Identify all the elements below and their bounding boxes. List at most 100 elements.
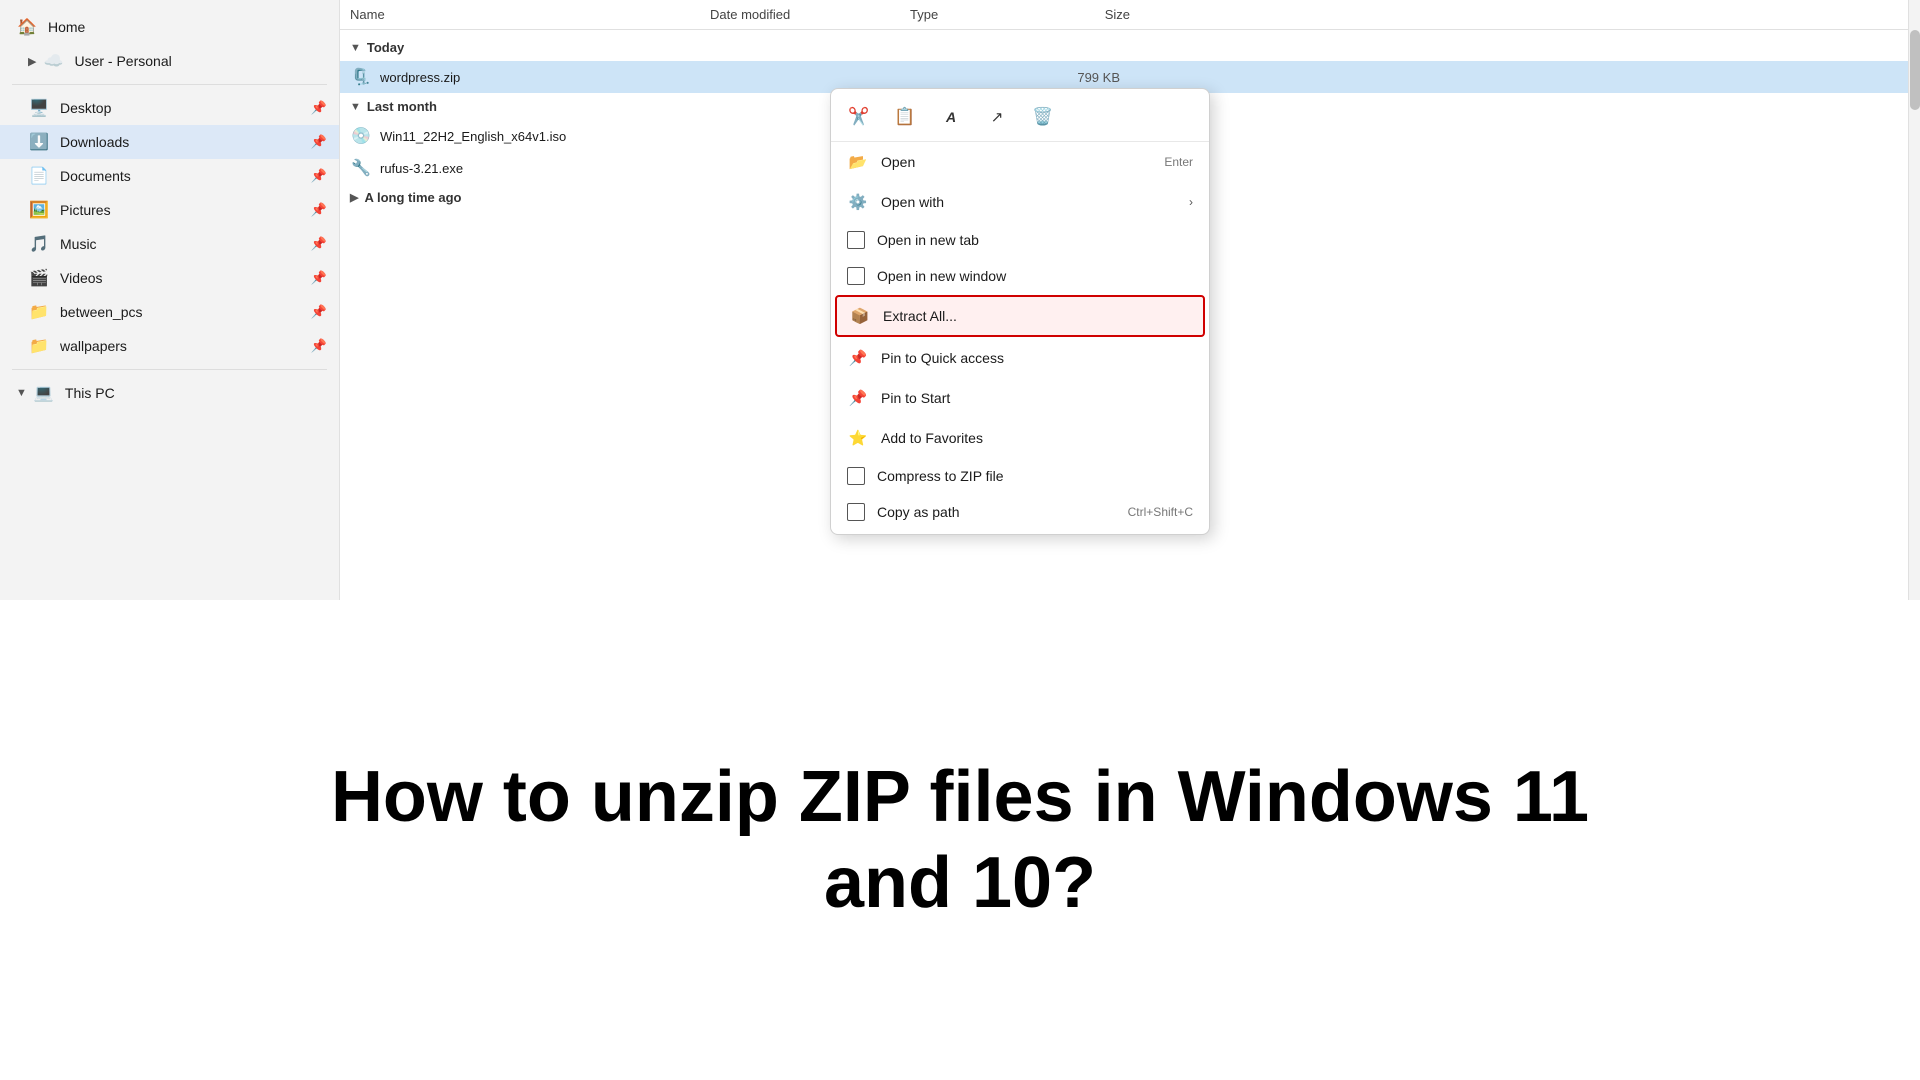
sidebar-separator bbox=[12, 84, 327, 85]
context-menu-item-open[interactable]: 📂 Open Enter bbox=[831, 142, 1209, 182]
context-menu-item-compress[interactable]: Compress to ZIP file bbox=[831, 458, 1209, 494]
scrollbar-thumb[interactable] bbox=[1910, 30, 1920, 110]
sidebar-item-pictures[interactable]: 🖼️ Pictures 📌 bbox=[0, 193, 339, 227]
sidebar-item-this-pc[interactable]: ▼ 💻 This PC bbox=[0, 376, 339, 410]
context-pin-quick-label: Pin to Quick access bbox=[881, 350, 1193, 366]
context-copy-button[interactable]: 📋 bbox=[889, 101, 921, 133]
col-header-type[interactable]: Type bbox=[910, 7, 1030, 22]
file-size-wordpress: 799 KB bbox=[1020, 70, 1120, 85]
group-last-month-label: Last month bbox=[367, 99, 437, 114]
pin-icon-pictures: 📌 bbox=[311, 202, 327, 218]
sidebar-item-wallpapers[interactable]: 📁 wallpapers 📌 bbox=[0, 329, 339, 363]
context-open-label: Open bbox=[881, 154, 1164, 170]
scrollbar-track[interactable] bbox=[1908, 0, 1920, 600]
videos-icon: 🎬 bbox=[28, 267, 50, 289]
context-cut-button[interactable]: ✂️ bbox=[843, 101, 875, 133]
pin-icon-between-pcs: 📌 bbox=[311, 304, 327, 320]
open-new-tab-icon bbox=[847, 231, 865, 249]
sidebar-item-videos-label: Videos bbox=[60, 270, 311, 286]
context-share-button[interactable]: ↗ bbox=[981, 101, 1013, 133]
context-open-new-window-label: Open in new window bbox=[877, 268, 1193, 284]
context-menu-item-extract-all[interactable]: 📦 Extract All... bbox=[835, 295, 1205, 337]
desktop-icon: 🖥️ bbox=[28, 97, 50, 119]
file-name-wordpress: wordpress.zip bbox=[380, 70, 700, 85]
favorites-icon: ⭐ bbox=[847, 427, 869, 449]
file-content-area: Name Date modified Type Size ▼ Today 🗜️ … bbox=[340, 0, 1920, 600]
sidebar: 🏠 Home ▶ ☁️ User - Personal 🖥️ Desktop 📌… bbox=[0, 0, 340, 600]
exe-file-icon: 🔧 bbox=[350, 157, 372, 179]
context-open-with-label: Open with bbox=[881, 194, 1189, 210]
sidebar-item-between-pcs[interactable]: 📁 between_pcs 📌 bbox=[0, 295, 339, 329]
context-menu-item-copy-path[interactable]: Copy as path Ctrl+Shift+C bbox=[831, 494, 1209, 530]
bottom-headline: How to unzip ZIP files in Windows 11 and… bbox=[331, 754, 1589, 927]
context-menu-item-pin-start[interactable]: 📌 Pin to Start bbox=[831, 378, 1209, 418]
open-new-window-icon bbox=[847, 267, 865, 285]
group-today-label: Today bbox=[367, 40, 404, 55]
context-menu-toolbar: ✂️ 📋 A ↗ 🗑️ bbox=[831, 93, 1209, 142]
pin-icon-documents: 📌 bbox=[311, 168, 327, 184]
music-icon: 🎵 bbox=[28, 233, 50, 255]
sidebar-item-documents[interactable]: 📄 Documents 📌 bbox=[0, 159, 339, 193]
sidebar-item-desktop[interactable]: 🖥️ Desktop 📌 bbox=[0, 91, 339, 125]
sidebar-item-this-pc-label: This PC bbox=[65, 385, 327, 401]
col-header-name[interactable]: Name bbox=[350, 7, 710, 22]
iso-file-icon: 💿 bbox=[350, 125, 372, 147]
pin-icon-wallpapers: 📌 bbox=[311, 338, 327, 354]
context-extract-label: Extract All... bbox=[883, 308, 1191, 324]
submenu-arrow-icon: › bbox=[1189, 195, 1193, 209]
pin-icon: 📌 bbox=[311, 100, 327, 116]
sidebar-item-home-label: Home bbox=[48, 19, 327, 35]
pictures-icon: 🖼️ bbox=[28, 199, 50, 221]
context-pin-start-label: Pin to Start bbox=[881, 390, 1193, 406]
sidebar-item-user-personal[interactable]: ▶ ☁️ User - Personal bbox=[0, 44, 339, 78]
pin-quick-icon: 📌 bbox=[847, 347, 869, 369]
pin-icon-videos: 📌 bbox=[311, 270, 327, 286]
sidebar-item-pictures-label: Pictures bbox=[60, 202, 311, 218]
documents-icon: 📄 bbox=[28, 165, 50, 187]
bottom-line2: and 10? bbox=[824, 843, 1096, 923]
context-menu: ✂️ 📋 A ↗ 🗑️ 📂 Open Enter ⚙️ Open with › bbox=[830, 88, 1210, 535]
chevron-last-month-icon: ▼ bbox=[350, 101, 361, 113]
col-header-date[interactable]: Date modified bbox=[710, 7, 910, 22]
context-menu-item-open-new-tab[interactable]: Open in new tab bbox=[831, 222, 1209, 258]
pin-icon-downloads: 📌 bbox=[311, 134, 327, 150]
context-menu-item-open-with[interactable]: ⚙️ Open with › bbox=[831, 182, 1209, 222]
bottom-section: How to unzip ZIP files in Windows 11 and… bbox=[0, 600, 1920, 1080]
context-menu-item-open-new-window[interactable]: Open in new window bbox=[831, 258, 1209, 294]
context-open-shortcut: Enter bbox=[1164, 155, 1193, 169]
sidebar-item-downloads[interactable]: ⬇️ Downloads 📌 bbox=[0, 125, 339, 159]
context-copy-path-label: Copy as path bbox=[877, 504, 1128, 520]
bottom-line1: How to unzip ZIP files in Windows 11 bbox=[331, 757, 1589, 837]
chevron-long-ago-icon: ▶ bbox=[350, 191, 358, 204]
sidebar-item-videos[interactable]: 🎬 Videos 📌 bbox=[0, 261, 339, 295]
col-header-size[interactable]: Size bbox=[1030, 7, 1130, 22]
copy-path-icon bbox=[847, 503, 865, 521]
group-header-today[interactable]: ▼ Today bbox=[340, 34, 1920, 61]
sidebar-separator-2 bbox=[12, 369, 327, 370]
chevron-down-icon: ▼ bbox=[16, 387, 27, 399]
open-with-icon: ⚙️ bbox=[847, 191, 869, 213]
file-name-rufus: rufus-3.21.exe bbox=[380, 161, 700, 176]
pin-start-icon: 📌 bbox=[847, 387, 869, 409]
sidebar-item-home[interactable]: 🏠 Home bbox=[0, 10, 339, 44]
context-delete-button[interactable]: 🗑️ bbox=[1027, 101, 1059, 133]
pin-icon-music: 📌 bbox=[311, 236, 327, 252]
context-menu-item-add-favorites[interactable]: ⭐ Add to Favorites bbox=[831, 418, 1209, 458]
sidebar-item-music[interactable]: 🎵 Music 📌 bbox=[0, 227, 339, 261]
folder-icon-wallpapers: 📁 bbox=[28, 335, 50, 357]
open-icon: 📂 bbox=[847, 151, 869, 173]
chevron-today-icon: ▼ bbox=[350, 42, 361, 54]
context-menu-item-pin-quick[interactable]: 📌 Pin to Quick access bbox=[831, 338, 1209, 378]
explorer-window: 🏠 Home ▶ ☁️ User - Personal 🖥️ Desktop 📌… bbox=[0, 0, 1920, 600]
sidebar-item-music-label: Music bbox=[60, 236, 311, 252]
sidebar-item-wallpapers-label: wallpapers bbox=[60, 338, 311, 354]
context-rename-button[interactable]: A bbox=[935, 101, 967, 133]
sidebar-item-user-personal-label: User - Personal bbox=[74, 53, 327, 69]
context-add-favorites-label: Add to Favorites bbox=[881, 430, 1193, 446]
extract-icon: 📦 bbox=[849, 305, 871, 327]
onedrive-icon: ☁️ bbox=[42, 50, 64, 72]
group-long-ago-label: A long time ago bbox=[364, 190, 461, 205]
context-copy-path-shortcut: Ctrl+Shift+C bbox=[1128, 505, 1193, 519]
file-name-win11: Win11_22H2_English_x64v1.iso bbox=[380, 129, 700, 144]
sidebar-item-downloads-label: Downloads bbox=[60, 134, 311, 150]
